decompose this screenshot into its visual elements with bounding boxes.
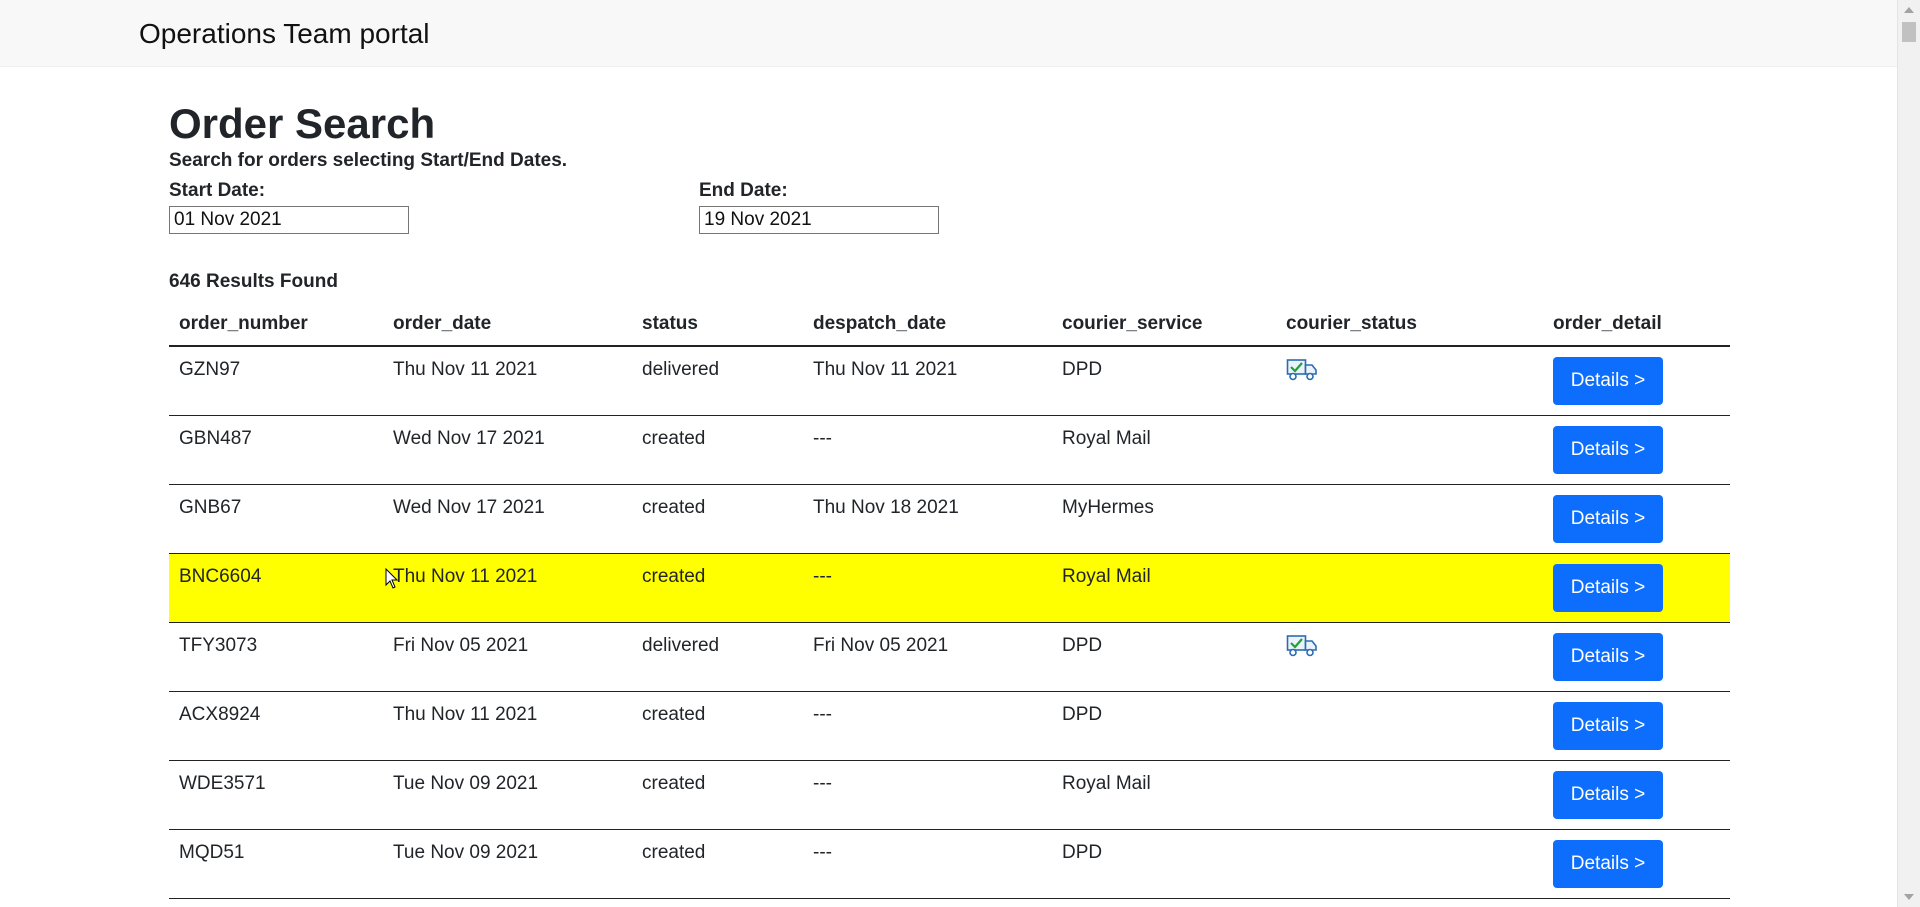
cell-status: created (632, 415, 803, 485)
cell-order-number: WDE3571 (169, 760, 383, 830)
cell-order-detail: Details > (1543, 622, 1730, 692)
cell-courier-status (1276, 346, 1543, 416)
cell-order-number: ACX8924 (169, 691, 383, 761)
cell-order-date: Thu Nov 11 2021 (383, 346, 632, 416)
end-date-label: End Date: (699, 180, 788, 201)
truck-delivered-icon (1286, 633, 1318, 659)
cell-despatch-date: Thu Nov 18 2021 (803, 484, 1052, 554)
cell-courier-service: MyHermes (1052, 484, 1276, 554)
cell-order-number: GBN487 (169, 415, 383, 485)
cell-courier-status (1276, 829, 1543, 899)
cell-order-number: GNB67 (169, 484, 383, 554)
table-row: GNB67 Wed Nov 17 2021 created Thu Nov 18 20… (169, 484, 1730, 554)
cell-courier-status (1276, 622, 1543, 692)
column-header-order-number: order_number (169, 303, 383, 347)
cell-order-date: Wed Nov 17 2021 (383, 415, 632, 485)
cell-courier-status (1276, 760, 1543, 830)
cell-order-detail: Details > (1543, 484, 1730, 554)
cell-order-date: Tue Nov 09 2021 (383, 760, 632, 830)
page-subtitle: Search for orders selecting Start/End Da… (169, 150, 568, 171)
table-row: ACX8924 Thu Nov 11 2021 created --- DPD Detai… (169, 691, 1730, 761)
cell-courier-status (1276, 553, 1543, 623)
table-row: BNC6604 Thu Nov 11 2021 created --- Royal Ma… (169, 553, 1730, 623)
cell-order-date: Fri Nov 05 2021 (383, 622, 632, 692)
details-button[interactable]: Details > (1553, 839, 1663, 888)
cell-status: delivered (632, 622, 803, 692)
cell-order-number: MQD51 (169, 829, 383, 899)
cell-order-date: Thu Nov 11 2021 (383, 691, 632, 761)
cell-status: created (632, 829, 803, 899)
cell-order-detail: Details > (1543, 346, 1730, 416)
truck-delivered-icon (1286, 357, 1318, 383)
page-title: Order Search (169, 100, 436, 147)
cell-order-detail: Details > (1543, 553, 1730, 623)
orders-table: order_number order_date status despatch_… (169, 303, 1730, 899)
cell-courier-service: Royal Mail (1052, 415, 1276, 485)
brand-title[interactable]: Operations Team portal (139, 18, 430, 50)
cell-despatch-date: --- (803, 829, 1052, 899)
table-row: WDE3571 Tue Nov 09 2021 created --- Royal Ma… (169, 760, 1730, 830)
details-button[interactable]: Details > (1553, 357, 1663, 405)
cell-order-number: BNC6604 (169, 553, 383, 623)
scrollbar-thumb[interactable] (1902, 22, 1916, 42)
table-row: GBN487 Wed Nov 17 2021 created --- Royal Mai… (169, 415, 1730, 485)
orders-table-body: GZN97 Thu Nov 11 2021 delivered Thu Nov 11 … (169, 346, 1730, 899)
cell-courier-status (1276, 415, 1543, 485)
details-button[interactable]: Details > (1553, 494, 1663, 543)
column-header-courier-status: courier_status (1276, 303, 1543, 347)
details-button[interactable]: Details > (1553, 563, 1663, 612)
column-header-order-detail: order_detail (1543, 303, 1730, 347)
cell-despatch-date: --- (803, 553, 1052, 623)
cell-courier-service: Royal Mail (1052, 553, 1276, 623)
cell-order-detail: Details > (1543, 760, 1730, 830)
cell-despatch-date: Fri Nov 05 2021 (803, 622, 1052, 692)
mouse-cursor-icon (385, 568, 399, 589)
cell-status: created (632, 760, 803, 830)
cell-courier-status (1276, 691, 1543, 761)
cell-despatch-date: --- (803, 691, 1052, 761)
scroll-down-arrow-icon[interactable] (1904, 894, 1914, 900)
cell-courier-service: DPD (1052, 829, 1276, 899)
start-date-label: Start Date: (169, 180, 266, 201)
cell-status: created (632, 553, 803, 623)
results-count: 646 Results Found (169, 271, 338, 292)
cell-order-detail: Details > (1543, 415, 1730, 485)
cell-courier-service: DPD (1052, 691, 1276, 761)
column-header-despatch-date: despatch_date (803, 303, 1052, 347)
top-navbar: Operations Team portal (0, 0, 1898, 67)
table-row: TFY3073 Fri Nov 05 2021 delivered Fri Nov 0… (169, 622, 1730, 692)
end-date-input[interactable] (699, 206, 939, 234)
cell-status: created (632, 484, 803, 554)
table-row: GZN97 Thu Nov 11 2021 delivered Thu Nov 11 … (169, 346, 1730, 416)
cell-status: created (632, 691, 803, 761)
cell-courier-service: Royal Mail (1052, 760, 1276, 830)
cell-order-detail: Details > (1543, 829, 1730, 899)
details-button[interactable]: Details > (1553, 632, 1663, 681)
details-button[interactable]: Details > (1553, 701, 1663, 750)
cell-despatch-date: --- (803, 415, 1052, 485)
cell-courier-status (1276, 484, 1543, 554)
column-header-status: status (632, 303, 803, 347)
cell-order-date: Wed Nov 17 2021 (383, 484, 632, 554)
cell-order-detail: Details > (1543, 691, 1730, 761)
column-header-order-date: order_date (383, 303, 632, 347)
scroll-up-arrow-icon[interactable] (1904, 7, 1914, 13)
table-row: MQD51 Tue Nov 09 2021 created --- DPD Details… (169, 829, 1730, 899)
cell-despatch-date: --- (803, 760, 1052, 830)
column-header-courier-service: courier_service (1052, 303, 1276, 347)
cell-order-date: Tue Nov 09 2021 (383, 829, 632, 899)
start-date-input[interactable] (169, 206, 409, 234)
details-button[interactable]: Details > (1553, 425, 1663, 474)
cell-courier-service: DPD (1052, 346, 1276, 416)
vertical-scrollbar[interactable] (1897, 0, 1920, 907)
details-button[interactable]: Details > (1553, 770, 1663, 819)
cell-courier-service: DPD (1052, 622, 1276, 692)
cell-despatch-date: Thu Nov 11 2021 (803, 346, 1052, 416)
table-header-row: order_number order_date status despatch_… (169, 303, 1730, 347)
cell-status: delivered (632, 346, 803, 416)
cell-order-number: GZN97 (169, 346, 383, 416)
cell-order-number: TFY3073 (169, 622, 383, 692)
cell-order-date: Thu Nov 11 2021 (383, 553, 632, 623)
